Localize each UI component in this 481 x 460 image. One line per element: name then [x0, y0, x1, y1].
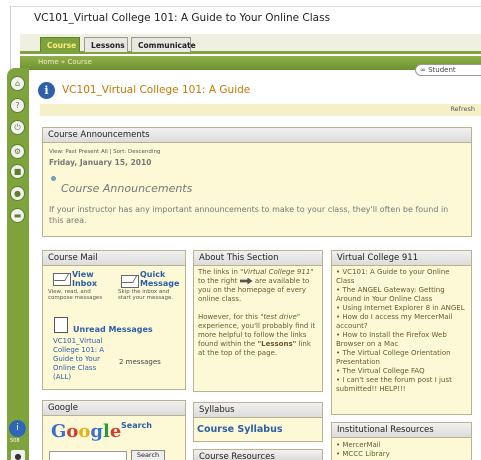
person-icon[interactable]: ● [11, 450, 25, 460]
syllabus-heading: Syllabus [194, 403, 322, 418]
institutional-item[interactable]: • MCCC Library [336, 450, 390, 459]
google-logo-letter: l [103, 421, 110, 442]
tab-lessons[interactable]: Lessons [84, 37, 128, 52]
settings-icon[interactable]: ⚙ [10, 144, 25, 159]
breadcrumb: Home » Course [38, 58, 92, 66]
announcement-view-links: View: Past Present All | Sort: Descendin… [49, 149, 161, 155]
view-prefix: View: [49, 149, 64, 155]
left-rail: ⌂ ? ⏻ ⚙ ■ ● ▬ i 508 ● [7, 68, 29, 460]
google-logo-letter: g [90, 421, 103, 442]
vc911-item[interactable]: • I can't see the forum post I just subm… [336, 376, 470, 394]
course-info-icon[interactable]: i [38, 82, 55, 99]
bullet-icon [51, 176, 56, 181]
rail-label: 508 [10, 438, 20, 444]
institutional-resources-heading: Institutional Resources [332, 423, 471, 438]
unread-messages-heading: Unread Messages [73, 325, 153, 334]
google-search-label: Search [121, 421, 152, 430]
view-past-link[interactable]: Past [65, 149, 76, 155]
announcement-title[interactable]: Course Announcements [61, 182, 192, 195]
window-title: VC101_Virtual College 101: A Guide to Yo… [34, 12, 331, 24]
breadcrumb-separator: » [60, 58, 66, 66]
institutional-list: • MercerMail • MCCC Library [336, 441, 390, 459]
vc911-list: • VC101: A Guide to your Online Class • … [336, 268, 470, 394]
google-logo: Google [51, 421, 121, 442]
vc911-heading: Virtual College 911 [332, 251, 471, 266]
vc911-item[interactable]: • How do I access my MercerMail account? [336, 313, 470, 331]
google-logo-letter: e [109, 421, 122, 442]
about-section-panel: About This Section The links in "Virtual… [193, 250, 323, 392]
unread-course-link[interactable]: VC101_Virtual College 101: A Guide to Yo… [53, 337, 115, 382]
tab-course[interactable]: Course [40, 37, 80, 52]
virtual-college-911-panel: Virtual College 911 • VC101: A Guide to … [331, 250, 472, 415]
course-syllabus-link[interactable]: Course Syllabus [197, 424, 283, 435]
course-mail-panel: Course Mail View Inbox View, read, and c… [42, 250, 186, 390]
google-logo-letter: o [78, 421, 91, 442]
course-header: i VC101_Virtual College 101: A Guide to … [38, 78, 481, 104]
about-section-heading: About This Section [194, 251, 322, 266]
nav-bar: Home » Course [20, 56, 481, 70]
info-icon[interactable]: i [9, 420, 26, 437]
syllabus-panel: Syllabus Course Syllabus [193, 402, 323, 442]
announcements-heading: Course Announcements [43, 128, 471, 143]
student-view-label: Student [428, 66, 456, 74]
google-logo-letter: o [66, 421, 79, 442]
refresh-bar: Refresh [40, 104, 481, 116]
course-resources-panel: Course Resources [193, 449, 323, 460]
message-icon[interactable]: ▬ [10, 208, 25, 223]
google-panel: Google Google Search Search [42, 400, 186, 460]
home-icon[interactable]: ⌂ [10, 76, 25, 91]
power-icon[interactable]: ⏻ [10, 120, 25, 135]
vc911-item[interactable]: • The Virtual College FAQ [336, 367, 470, 376]
chat-icon[interactable]: ● [10, 186, 25, 201]
inbox-icon[interactable] [53, 273, 71, 286]
quick-message-icon[interactable] [121, 275, 139, 288]
vc911-item[interactable]: • The Virtual College Orientation Presen… [336, 349, 470, 367]
view-all-link[interactable]: All [101, 149, 108, 155]
quick-message-desc: Skip the inbox and start your message. [118, 289, 174, 301]
course-resources-heading: Course Resources [194, 450, 322, 460]
announcements-panel: Course Announcements View: Past Present … [42, 127, 472, 237]
google-heading: Google [43, 401, 185, 416]
view-present-link[interactable]: Present [79, 149, 100, 155]
announcement-body: If your instructor has any important ann… [49, 205, 449, 225]
refresh-link[interactable]: Refresh [450, 105, 475, 113]
help-icon[interactable]: ? [10, 98, 25, 113]
arrow-right-icon [239, 277, 253, 285]
course-title: VC101_Virtual College 101: A Guide to Yo… [62, 84, 252, 96]
vc911-item[interactable]: • VC101: A Guide to your Online Class [336, 268, 470, 286]
main-tab-bar: Course Lessons Communicate [20, 34, 481, 54]
quick-message-link[interactable]: Quick Message [140, 270, 179, 288]
tab-communicate[interactable]: Communicate [131, 37, 196, 52]
vc911-item[interactable]: • Using Internet Explorer 8 in ANGEL [336, 304, 470, 313]
folder-icon[interactable]: ■ [10, 164, 25, 179]
view-inbox-desc: View, read, and compose messages [48, 289, 103, 301]
vc911-item[interactable]: • The ANGEL Gateway: Getting Around in Y… [336, 286, 470, 304]
vc911-item[interactable]: • How to Install the Firefox Web Browser… [336, 331, 470, 349]
google-search-button[interactable]: Search [131, 450, 165, 460]
sort-link[interactable]: Descending [128, 149, 160, 155]
institutional-item[interactable]: • MercerMail [336, 441, 390, 450]
about-section-body: The links in "Virtual College 911" to th… [198, 268, 316, 357]
unread-count: 2 messages [119, 358, 161, 366]
google-search-input[interactable] [49, 451, 127, 460]
unread-messages-icon [54, 317, 68, 333]
view-inbox-link[interactable]: View Inbox [72, 270, 97, 288]
student-view-toggle[interactable]: ∞ Student [415, 64, 481, 76]
breadcrumb-home[interactable]: Home [38, 58, 59, 66]
google-logo-letter: G [51, 421, 67, 442]
glasses-icon: ∞ [420, 66, 426, 74]
sort-prefix: Sort: [113, 149, 127, 155]
institutional-resources-panel: Institutional Resources • MercerMail • M… [331, 422, 472, 460]
course-mail-heading: Course Mail [43, 251, 185, 266]
announcement-date: Friday, January 15, 2010 [49, 158, 152, 167]
breadcrumb-current[interactable]: Course [67, 58, 91, 66]
